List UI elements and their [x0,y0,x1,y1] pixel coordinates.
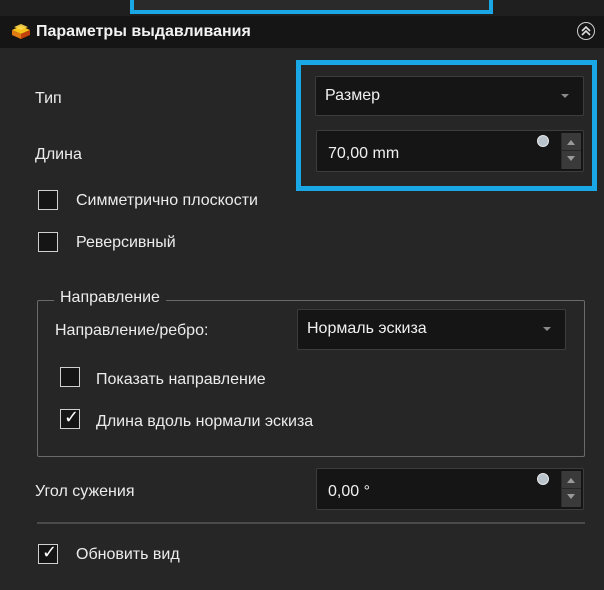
highlight-frame-top [130,0,493,14]
type-value: Размер [325,87,380,104]
dropdown-arrow-icon [561,94,569,98]
spin-down-icon[interactable] [567,494,575,499]
length-field[interactable]: 70,00 mm [316,130,584,172]
taper-angle-spinner[interactable] [561,471,581,507]
length-value: 70,00 mm [328,145,400,162]
taper-angle-field[interactable]: 0,00 ° [316,468,584,510]
direction-edge-value: Нормаль эскиза [307,320,427,337]
check-mark-icon: ✓ [64,407,80,427]
length-along-normal-label: Длина вдоль нормали эскиза [96,413,314,430]
reverse-label: Реверсивный [76,234,176,251]
length-along-normal-checkbox[interactable]: ✓ [60,407,80,429]
spin-up-icon[interactable] [567,478,575,483]
symmetric-checkbox[interactable] [38,190,58,210]
panel-title-bar[interactable]: Параметры выдавливания [0,16,604,49]
update-view-label: Обновить вид [76,546,180,563]
panel-title: Параметры выдавливания [36,23,251,40]
collapse-icon[interactable] [577,22,595,40]
calculator-icon[interactable] [537,135,549,147]
length-label: Длина [35,146,82,163]
direction-group-title: Направление [54,289,166,307]
symmetric-label: Симметрично плоскости [76,192,258,209]
type-label: Тип [35,90,62,107]
direction-edge-dropdown[interactable]: Нормаль эскиза [297,309,566,350]
extrude-icon [10,22,32,42]
divider [37,522,585,524]
show-direction-label: Показать направление [96,371,266,388]
show-direction-checkbox[interactable] [60,367,80,387]
dropdown-arrow-icon [543,327,551,331]
taper-angle-value: 0,00 ° [328,483,370,500]
type-dropdown[interactable]: Размер [315,76,584,116]
direction-edge-label: Направление/ребро: [55,322,209,339]
spin-up-icon[interactable] [567,140,575,145]
length-spinner[interactable] [561,133,581,169]
calculator-icon[interactable] [537,473,549,485]
update-view-checkbox[interactable]: ✓ [38,542,58,564]
taper-angle-label: Угол сужения [35,483,135,500]
spin-down-icon[interactable] [567,156,575,161]
reverse-checkbox[interactable] [38,232,58,252]
check-mark-icon: ✓ [42,542,58,562]
